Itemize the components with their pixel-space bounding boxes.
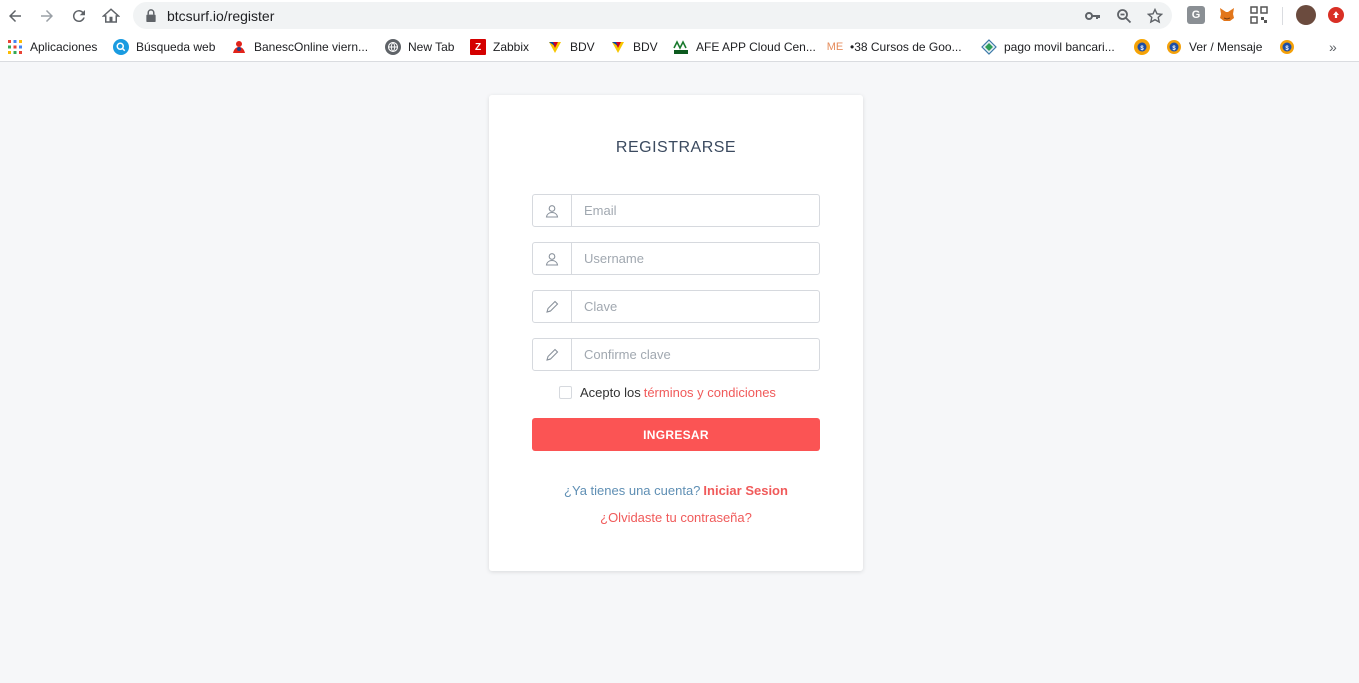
bookmark-ver-mensaje[interactable]: $ Ver / Mensaje xyxy=(1166,38,1262,56)
key-icon[interactable] xyxy=(1085,8,1101,24)
coin-icon: $ xyxy=(1166,39,1182,55)
globe-icon xyxy=(385,39,401,55)
user-icon xyxy=(533,195,572,226)
bookmark-label: •38 Cursos de Goo... xyxy=(850,40,962,54)
user-icon xyxy=(533,243,572,274)
bookmark-label: Aplicaciones xyxy=(30,40,98,54)
bookmark-cursos-google[interactable]: ME •38 Cursos de Goo... xyxy=(827,38,962,56)
terms-checkbox[interactable] xyxy=(559,386,572,399)
bdv-icon xyxy=(547,39,563,55)
confirm-password-input[interactable] xyxy=(572,339,819,370)
bookmark-label: BanescOnline viern... xyxy=(254,40,369,54)
bookmark-label: AFE APP Cloud Cen... xyxy=(696,40,816,54)
password-field xyxy=(532,290,820,323)
bookmark-busqueda-web[interactable]: Búsqueda web xyxy=(113,38,215,56)
bookmark-coin-1[interactable]: $ xyxy=(1134,38,1157,56)
diamond-icon xyxy=(981,39,997,55)
bookmark-label: Zabbix xyxy=(493,40,530,54)
bookmark-bdv-2[interactable]: BDV xyxy=(610,38,658,56)
login-prompt: ¿Ya tienes una cuenta? Iniciar Sesion xyxy=(489,483,863,498)
search-web-icon xyxy=(113,39,129,55)
bookmark-banesconline[interactable]: BanescOnline viern... xyxy=(231,38,368,56)
profile-avatar[interactable] xyxy=(1296,5,1316,25)
url-text: btcsurf.io/register xyxy=(167,8,275,24)
pencil-icon xyxy=(533,339,572,370)
bdv-icon xyxy=(610,39,626,55)
bookmark-pago-movil[interactable]: pago movil bancari... xyxy=(981,38,1115,56)
zabbix-icon: Z xyxy=(470,39,486,55)
bookmark-label: Búsqueda web xyxy=(136,40,216,54)
back-icon[interactable] xyxy=(3,4,27,28)
reload-icon[interactable] xyxy=(67,4,91,28)
password-input[interactable] xyxy=(572,291,819,322)
coin-icon: $ xyxy=(1279,39,1295,55)
bookmark-label: BDV xyxy=(633,40,658,54)
confirm-password-field xyxy=(532,338,820,371)
afe-icon xyxy=(673,39,689,55)
bookmarks-bar: Aplicaciones Búsqueda web BanescOnline v… xyxy=(0,32,1359,62)
lock-icon xyxy=(146,9,156,22)
terms-prefix: Acepto los xyxy=(580,385,641,400)
bookmark-label: Ver / Mensaje xyxy=(1189,40,1263,54)
bookmark-zabbix[interactable]: Z Zabbix xyxy=(470,38,529,56)
address-bar[interactable]: btcsurf.io/register xyxy=(133,2,1172,29)
username-field xyxy=(532,242,820,275)
bookmark-afe-app[interactable]: AFE APP Cloud Cen... xyxy=(673,38,816,56)
toolbar-divider xyxy=(1282,7,1283,25)
terms-row: Acepto los términos y condiciones xyxy=(559,385,776,400)
have-account-text: ¿Ya tienes una cuenta? xyxy=(564,483,701,498)
browser-toolbar: btcsurf.io/register G xyxy=(0,0,1359,32)
bookmark-new-tab[interactable]: New Tab xyxy=(385,38,454,56)
bookmark-label: BDV xyxy=(570,40,595,54)
banesco-icon xyxy=(231,39,247,55)
email-input[interactable] xyxy=(572,195,819,226)
email-field xyxy=(532,194,820,227)
terms-link[interactable]: términos y condiciones xyxy=(644,385,776,400)
bookmark-bdv-1[interactable]: BDV xyxy=(547,38,595,56)
more-bookmarks-chevron-icon[interactable]: » xyxy=(1329,38,1337,56)
update-alert-icon[interactable] xyxy=(1328,7,1344,23)
forgot-password-link[interactable]: ¿Olvidaste tu contraseña? xyxy=(489,510,863,525)
login-link[interactable]: Iniciar Sesion xyxy=(703,483,788,498)
qr-code-extension-icon[interactable] xyxy=(1250,6,1268,24)
bookmark-coin-2[interactable]: $ xyxy=(1279,38,1302,56)
metamask-extension-icon[interactable] xyxy=(1218,6,1236,24)
bookmark-aplicaciones[interactable]: Aplicaciones xyxy=(7,38,97,56)
pencil-icon xyxy=(533,291,572,322)
bookmark-label: New Tab xyxy=(408,40,455,54)
bookmark-star-icon[interactable] xyxy=(1147,8,1163,24)
grammarly-extension-icon[interactable]: G xyxy=(1187,6,1205,24)
home-icon[interactable] xyxy=(99,4,123,28)
forward-icon[interactable] xyxy=(35,4,59,28)
register-card: REGISTRARSE Acepto los términos y condic… xyxy=(489,95,863,571)
zoom-icon[interactable] xyxy=(1116,8,1132,24)
coin-icon: $ xyxy=(1134,39,1150,55)
username-input[interactable] xyxy=(572,243,819,274)
me-icon: ME xyxy=(826,41,844,53)
bookmark-label: pago movil bancari... xyxy=(1004,40,1115,54)
page-title: REGISTRARSE xyxy=(615,139,737,156)
apps-grid-icon xyxy=(7,39,23,55)
submit-button[interactable]: INGRESAR xyxy=(532,418,820,451)
